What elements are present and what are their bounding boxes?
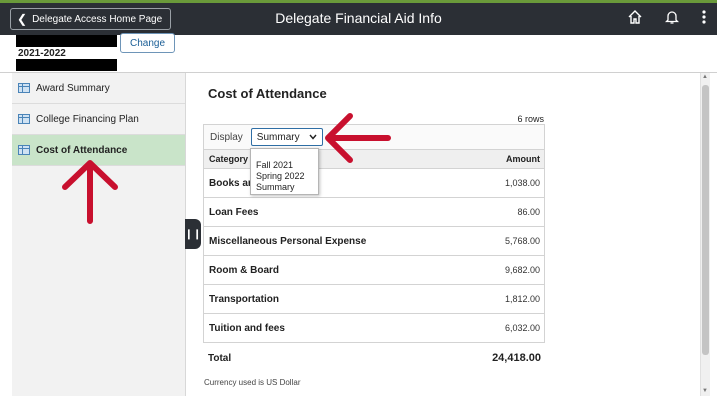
table-row: Tuition and fees 6,032.00	[204, 314, 544, 343]
dropdown-option-spring-2022[interactable]: Spring 2022	[251, 171, 318, 182]
table-row: Room & Board 9,682.00	[204, 256, 544, 285]
sidebar-item-label: College Financing Plan	[36, 113, 139, 125]
annotation-arrow-up-icon	[62, 160, 118, 224]
table-row: Miscellaneous Personal Expense 5,768.00	[204, 227, 544, 256]
row-category: Miscellaneous Personal Expense	[209, 235, 367, 247]
scroll-up-icon[interactable]: ▲	[702, 74, 708, 80]
display-select-value: Summary	[256, 131, 300, 143]
table-row: Transportation 1,812.00	[204, 285, 544, 314]
chevron-down-icon	[309, 132, 317, 143]
row-category: Tuition and fees	[209, 322, 285, 334]
bell-icon[interactable]	[664, 9, 680, 31]
sidebar-item-label: Cost of Attendance	[36, 144, 128, 156]
app-title: Delegate Financial Aid Info	[275, 10, 442, 26]
row-amount: 1,038.00	[504, 178, 540, 188]
home-icon[interactable]	[627, 9, 643, 31]
dropdown-option-fall-2021[interactable]: Fall 2021	[251, 160, 318, 171]
row-amount: 86.00	[517, 207, 540, 217]
page-icon	[18, 83, 30, 93]
change-button[interactable]: Change	[120, 33, 175, 53]
top-icons	[627, 9, 707, 31]
aid-year: 2021-2022	[18, 48, 66, 59]
rows-count: 6 rows	[517, 114, 544, 124]
row-category: Room & Board	[209, 264, 279, 276]
annotation-arrow-left-icon	[325, 113, 391, 163]
total-amount: 24,418.00	[492, 352, 541, 364]
display-dropdown-menu: Fall 2021 Spring 2022 Summary	[250, 148, 319, 195]
total-row: Total 24,418.00	[203, 344, 545, 372]
row-category: Loan Fees	[209, 206, 259, 218]
row-amount: 9,682.00	[504, 265, 540, 275]
top-bar: ❮ Delegate Access Home Page Delegate Fin…	[0, 0, 717, 35]
scroll-down-icon[interactable]: ▼	[702, 388, 708, 394]
redacted-institution-block	[16, 59, 117, 71]
page-icon	[18, 114, 30, 124]
more-vertical-icon[interactable]	[701, 9, 707, 31]
row-amount: 1,812.00	[504, 294, 540, 304]
dropdown-option-summary[interactable]: Summary	[251, 182, 318, 193]
column-header-category: Category	[209, 154, 249, 164]
column-header-amount: Amount	[506, 154, 540, 164]
row-category: Transportation	[209, 293, 280, 305]
currency-note: Currency used is US Dollar	[204, 378, 301, 387]
table-row: Loan Fees 86.00	[204, 198, 544, 227]
row-amount: 5,768.00	[504, 236, 540, 246]
sidebar: Award Summary College Financing Plan Cos…	[12, 73, 186, 396]
sidebar-item-award-summary[interactable]: Award Summary	[12, 73, 185, 104]
row-amount: 6,032.00	[504, 323, 540, 333]
display-label: Display	[210, 131, 243, 143]
page-icon	[18, 145, 30, 155]
sidebar-item-label: Award Summary	[36, 82, 110, 94]
pause-bars-icon: ❙❙	[184, 228, 202, 240]
page-scrollbar[interactable]: ▲ ▼	[700, 73, 710, 396]
scrollbar-thumb[interactable]	[702, 85, 709, 355]
sidebar-item-college-financing-plan[interactable]: College Financing Plan	[12, 104, 185, 135]
page-title: Cost of Attendance	[208, 86, 327, 101]
display-select[interactable]: Summary	[250, 128, 323, 146]
redacted-name-block	[16, 35, 117, 47]
sidebar-collapse-handle[interactable]: ❙❙	[185, 219, 201, 249]
total-label: Total	[208, 352, 232, 364]
